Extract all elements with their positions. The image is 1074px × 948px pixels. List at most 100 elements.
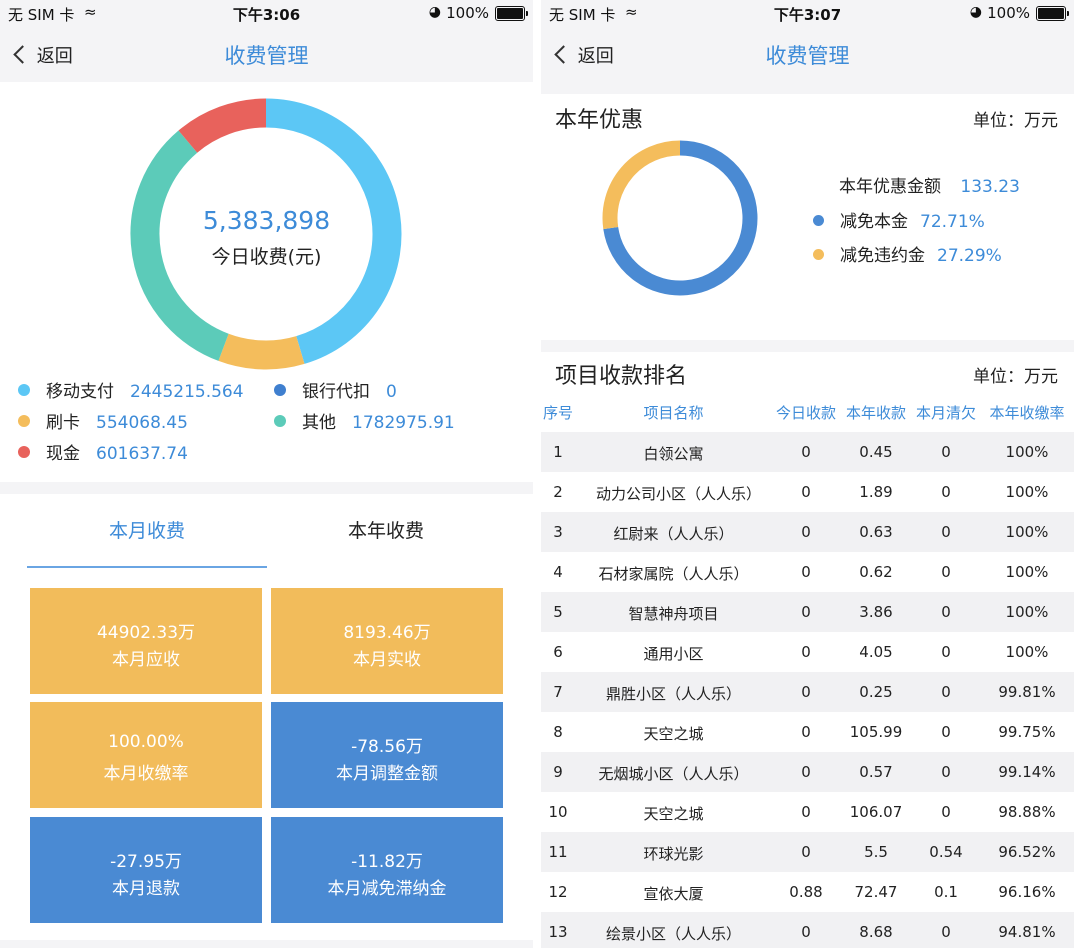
table-cell: 9 <box>553 763 563 781</box>
legend-name: 减免违约金 <box>840 246 925 266</box>
legend-dot <box>18 446 30 458</box>
yearly-discount-card: 本年优惠 单位：万元 本年优惠金额 133.23 减免本金 72.71% 减免违约… <box>541 94 1074 340</box>
tab-yearly[interactable]: 本年收费 <box>266 494 506 568</box>
table-row[interactable]: 13 绘景小区（人人乐） 0 8.68 0 94.81% <box>541 912 1074 948</box>
table-cell: 0 <box>941 483 951 501</box>
battery-percent: 100% <box>987 4 1030 22</box>
col-header-year[interactable]: 本年收款 <box>843 402 909 423</box>
table-cell: 0 <box>801 723 811 741</box>
legend-item-principal-waiver: 减免本金 72.71% <box>813 207 985 232</box>
table-cell: 宣依大厦 <box>643 885 704 903</box>
table-row[interactable]: 10 天空之城 0 106.07 0 98.88% <box>541 792 1074 832</box>
col-header-rate[interactable]: 本年收缴率 <box>985 402 1069 423</box>
right-screen: 无 SIM 卡 ≈ 下午3:07 ◕ 100% 返回 收费管理 本年优惠 单位：… <box>541 0 1074 948</box>
table-row[interactable]: 5 智慧神舟项目 0 3.86 0 100% <box>541 592 1074 632</box>
tile-monthly-receivable[interactable]: 44902.33万 本月应收 <box>30 588 262 694</box>
table-row[interactable]: 11 环球光影 0 5.5 0.54 96.52% <box>541 832 1074 872</box>
table-cell: 0 <box>941 643 951 661</box>
tab-monthly[interactable]: 本月收费 <box>27 494 267 568</box>
table-cell: 98.88% <box>998 803 1056 821</box>
table-cell: 0 <box>801 483 811 501</box>
table-cell: 2 <box>553 483 563 501</box>
table-cell: 100% <box>1005 523 1049 541</box>
battery-icon <box>495 6 528 21</box>
legend-value: 27.29% <box>937 246 1002 266</box>
table-cell: 0 <box>801 683 811 701</box>
tile-late-fee-waiver[interactable]: -11.82万 本月减免滞纳金 <box>271 817 503 923</box>
screen-divider <box>533 0 541 948</box>
tile-monthly-received[interactable]: 8193.46万 本月实收 <box>271 588 503 694</box>
legend-value: 0 <box>386 382 397 402</box>
table-cell: 环球光影 <box>643 845 704 863</box>
table-cell: 0 <box>941 683 951 701</box>
section-title: 项目收款排名 <box>555 364 688 389</box>
tile-collection-rate[interactable]: 100.00% 本月收缴率 <box>30 702 262 808</box>
table-row[interactable]: 2 动力公司小区（人人乐） 0 1.89 0 100% <box>541 472 1074 512</box>
today-label: 今日收费(元) <box>211 246 322 268</box>
table-cell: 0.45 <box>859 443 893 461</box>
tile-label: 本月退款 <box>112 879 180 899</box>
tile-value: 100.00% <box>108 732 184 752</box>
table-cell: 3.86 <box>859 603 893 621</box>
table-cell: 8.68 <box>859 923 893 941</box>
table-cell: 绘景小区（人人乐） <box>605 925 741 943</box>
legend-dot <box>274 415 286 427</box>
table-row[interactable]: 1 白领公寓 0 0.45 0 100% <box>541 432 1074 472</box>
legend-value: 601637.74 <box>96 444 188 464</box>
table-cell: 天空之城 <box>643 725 704 743</box>
table-row[interactable]: 9 无烟城小区（人人乐） 0 0.57 0 99.14% <box>541 752 1074 792</box>
tile-adjustment-amount[interactable]: -78.56万 本月调整金额 <box>271 702 503 808</box>
col-header-project[interactable]: 项目名称 <box>596 402 751 423</box>
table-cell: 5.5 <box>864 843 888 861</box>
tile-refund[interactable]: -27.95万 本月退款 <box>30 817 262 923</box>
table-cell: 100% <box>1005 483 1049 501</box>
table-row[interactable]: 6 通用小区 0 4.05 0 100% <box>541 632 1074 672</box>
table-row[interactable]: 12 宣依大厦 0.88 72.47 0.1 96.16% <box>541 872 1074 912</box>
active-tab-indicator <box>27 566 267 568</box>
table-cell: 99.75% <box>998 723 1056 741</box>
legend-item-other: 其他 1782975.91 <box>274 408 455 433</box>
table-cell: 0 <box>801 643 811 661</box>
tile-label: 本月收缴率 <box>103 764 189 784</box>
project-ranking-card: 项目收款排名 单位：万元 序号 项目名称 今日收款 本年收款 本月清欠 本年收缴… <box>541 352 1074 948</box>
table-cell: 智慧神舟项目 <box>628 605 719 623</box>
table-cell: 0 <box>801 563 811 581</box>
col-header-arrears[interactable]: 本月清欠 <box>913 402 979 423</box>
table-cell: 0.88 <box>789 883 823 901</box>
table-cell: 100% <box>1005 563 1049 581</box>
table-cell: 6 <box>553 643 563 661</box>
table-cell: 0.1 <box>934 883 958 901</box>
tile-label: 本月调整金额 <box>336 764 438 784</box>
tile-value: 44902.33万 <box>96 623 196 643</box>
table-row[interactable]: 7 鼎胜小区（人人乐） 0 0.25 0 99.81% <box>541 672 1074 712</box>
battery-icon <box>1036 6 1069 21</box>
legend-dot <box>274 384 286 396</box>
nav-bar: 返回 收费管理 <box>541 28 1074 82</box>
legend-name: 减免本金 <box>840 212 908 232</box>
table-cell: 红尉来（人人乐） <box>613 525 734 543</box>
table-cell: 0 <box>941 803 951 821</box>
table-cell: 0.25 <box>859 683 893 701</box>
col-header-today[interactable]: 今日收款 <box>773 402 839 423</box>
today-amount: 5,383,898 <box>202 206 331 235</box>
table-cell: 99.81% <box>998 683 1056 701</box>
table-cell: 0 <box>941 563 951 581</box>
table-row[interactable]: 4 石材家属院（人人乐） 0 0.62 0 100% <box>541 552 1074 592</box>
tile-label: 本月应收 <box>112 650 180 670</box>
discount-total-label: 本年优惠金额 <box>839 177 941 197</box>
tile-value: 8193.46万 <box>343 623 431 643</box>
table-cell: 0 <box>801 603 811 621</box>
legend-value: 554068.45 <box>96 413 188 433</box>
legend-item-bank-debit: 银行代扣 0 <box>274 377 397 402</box>
table-row[interactable]: 8 天空之城 0 105.99 0 99.75% <box>541 712 1074 752</box>
table-cell: 96.52% <box>998 843 1056 861</box>
legend-item-cash: 现金 601637.74 <box>18 439 188 464</box>
col-header-rank[interactable]: 序号 <box>541 402 575 423</box>
table-cell: 0 <box>941 723 951 741</box>
table-row[interactable]: 3 红尉来（人人乐） 0 0.63 0 100% <box>541 512 1074 552</box>
tile-value: -78.56万 <box>351 737 423 757</box>
table-cell: 0 <box>941 763 951 781</box>
page-title: 收费管理 <box>765 44 850 68</box>
table-cell: 石材家属院（人人乐） <box>598 565 749 583</box>
table-cell: 11 <box>548 843 568 861</box>
